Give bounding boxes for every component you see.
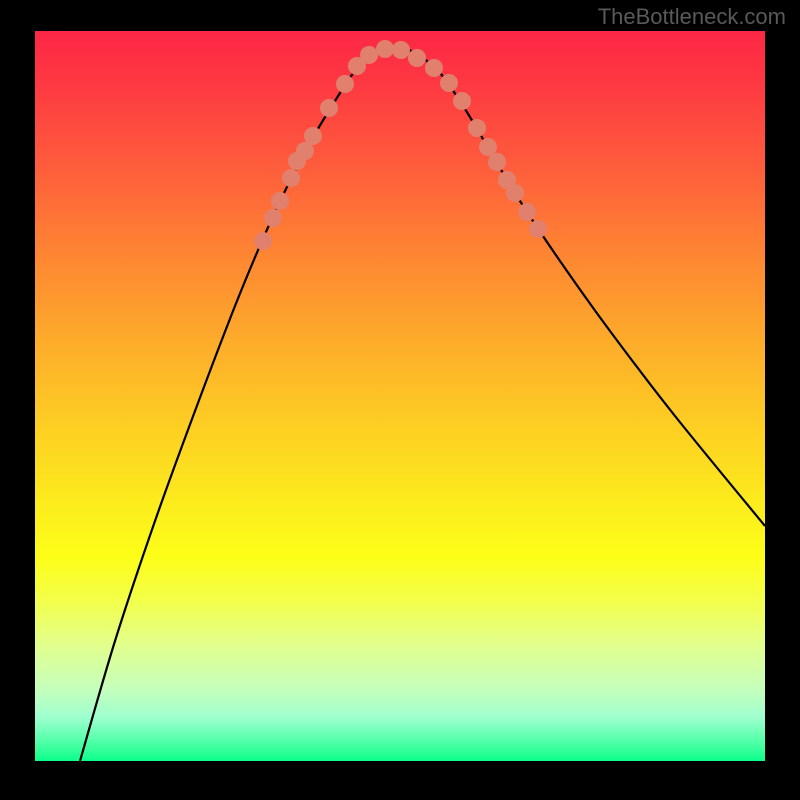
chart-frame xyxy=(35,31,765,761)
curve-markers-group xyxy=(254,40,547,250)
curve-marker xyxy=(320,99,338,117)
curve-marker xyxy=(392,41,410,59)
curve-marker xyxy=(479,138,497,156)
curve-marker xyxy=(440,74,458,92)
curve-marker xyxy=(408,49,426,67)
curve-marker xyxy=(529,220,547,238)
curve-marker xyxy=(488,153,506,171)
curve-marker xyxy=(336,75,354,93)
curve-marker xyxy=(360,46,378,64)
curve-marker xyxy=(468,119,486,137)
curve-marker xyxy=(271,192,289,210)
curve-svg xyxy=(35,31,765,761)
curve-marker xyxy=(376,40,394,58)
curve-marker xyxy=(254,232,272,250)
curve-marker xyxy=(264,209,282,227)
bottleneck-curve-path xyxy=(80,47,765,761)
curve-marker xyxy=(425,59,443,77)
curve-marker xyxy=(518,203,536,221)
curve-marker xyxy=(453,92,471,110)
curve-marker xyxy=(506,184,524,202)
curve-marker xyxy=(304,127,322,145)
watermark-text: TheBottleneck.com xyxy=(598,4,786,30)
curve-marker xyxy=(282,169,300,187)
